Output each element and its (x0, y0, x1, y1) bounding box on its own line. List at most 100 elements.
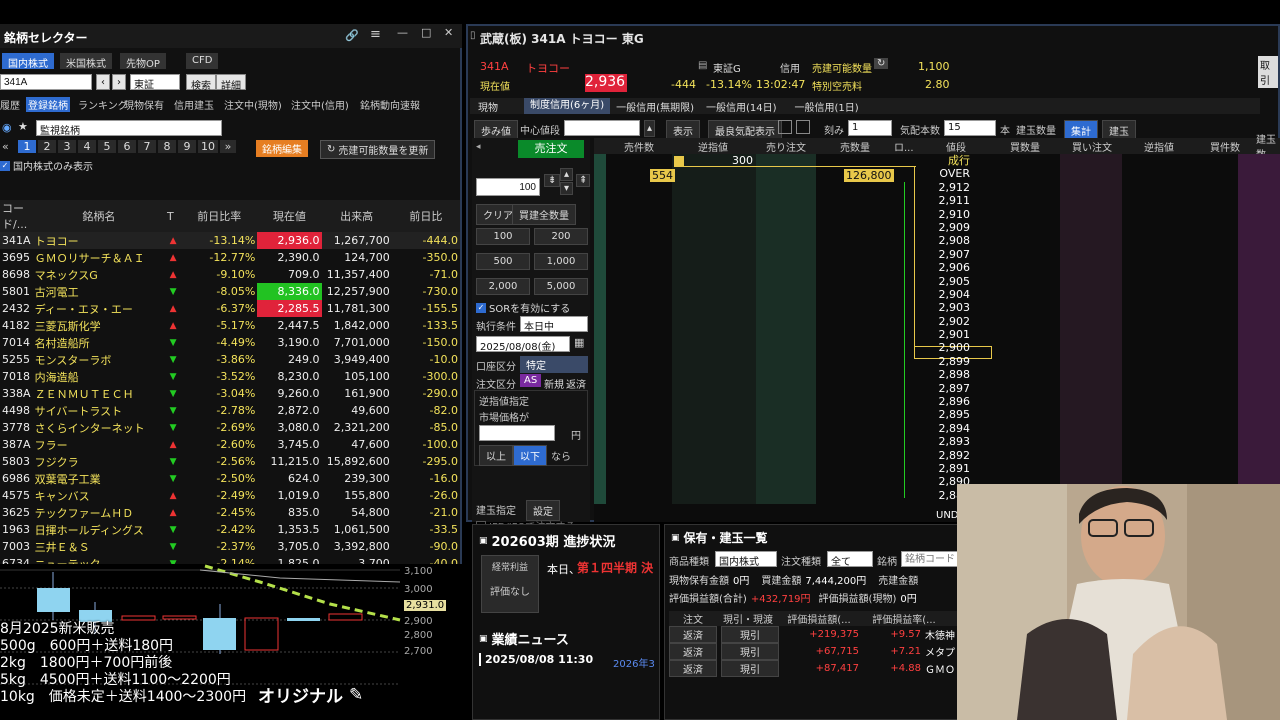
product-select[interactable]: 国内株式 (715, 551, 777, 568)
exec-select[interactable]: 本日中 (520, 316, 588, 333)
symbol-input[interactable] (0, 74, 92, 90)
table-row[interactable]: 387A フラー ▲ -2.60% 3,745.0 47,600 -100.0 (0, 436, 460, 453)
tab-cfd[interactable]: CFD (186, 53, 219, 69)
tab-domestic[interactable]: 国内株式 (2, 53, 54, 70)
page-10[interactable]: 10 (198, 140, 218, 153)
collapse-icon[interactable]: ◂ (476, 142, 481, 152)
price-level[interactable]: 2,907 (924, 248, 971, 261)
price-level[interactable]: 2,894 (924, 422, 971, 435)
stock-code-input[interactable] (901, 551, 959, 567)
sell-order-button[interactable]: 売注文 (518, 140, 584, 158)
minimize-icon[interactable]: — (397, 26, 408, 39)
delivery-button[interactable]: 現引 (721, 660, 779, 677)
below-button[interactable]: 以下 (513, 445, 547, 466)
qty-5000[interactable]: 5,000 (534, 278, 588, 295)
news-text[interactable]: 2026年3 (613, 655, 659, 670)
tab-futures[interactable]: 先物OP (120, 53, 166, 70)
table-row[interactable]: 1963 日揮ホールディングス ▼ -2.42% 1,353.5 1,061,500 -33… (0, 521, 460, 538)
center-price-spinner[interactable]: ▴ (644, 120, 656, 137)
all-qty-button[interactable]: 買建全数量 (512, 204, 576, 225)
subtab-order-cash[interactable]: 注文中(現物) (224, 97, 282, 112)
search-button[interactable]: 検索 (186, 74, 216, 92)
edit-stocks-button[interactable]: 銘柄編集 (256, 140, 308, 157)
price-level[interactable]: 2,902 (924, 315, 971, 328)
qty-input[interactable] (476, 178, 540, 196)
detail-button[interactable]: 詳細 (216, 74, 246, 92)
close-icon[interactable]: ✕ (444, 26, 453, 39)
center-price-input[interactable] (564, 120, 640, 136)
price-level[interactable]: 2,905 (924, 275, 971, 288)
price-level[interactable]: 2,908 (924, 234, 971, 247)
price-level[interactable]: 成行 (924, 154, 970, 167)
delivery-button[interactable]: 現引 (721, 643, 779, 660)
domestic-only-checkbox[interactable]: ✓ 国内株式のみ表示 (0, 158, 93, 173)
subtab-cash-holdings[interactable]: 現物保有 (124, 97, 164, 112)
stop-price-input[interactable] (479, 425, 555, 441)
price-level[interactable]: 2,911 (924, 194, 971, 207)
table-row[interactable]: 5801 古河電工 ▼ -8.05% 8,336.0 12,257,900 -730.0 (0, 283, 460, 300)
tab-us[interactable]: 米国株式 (60, 53, 112, 70)
col-volume[interactable]: 出来高 (321, 200, 392, 232)
subtab-registered[interactable]: 登録銘柄 (26, 97, 70, 112)
table-row[interactable]: 4498 サイバートラスト ▼ -2.78% 2,872.0 49,600 -82.0 (0, 402, 460, 419)
price-level[interactable]: 2,895 (924, 408, 971, 421)
maximize-icon[interactable]: □ (421, 26, 431, 39)
refresh-short-icon[interactable]: ↻ (874, 58, 889, 69)
close-position-button[interactable]: 返済 (669, 626, 717, 643)
tick-select[interactable]: 1 (848, 120, 892, 136)
tab-cash[interactable]: 現物 (470, 99, 524, 114)
qty-max[interactable]: ⇞ (576, 174, 591, 187)
col-change[interactable]: 前日比 (391, 200, 460, 232)
page-8[interactable]: 8 (158, 140, 176, 153)
price-level[interactable]: 2,904 (924, 288, 971, 301)
qty-up[interactable]: ▴ (560, 168, 574, 181)
close-position-button[interactable]: 返済 (669, 660, 717, 677)
table-row[interactable]: 3778 さくらインターネット ▼ -2.69% 3,080.0 2,321,200 -85… (0, 419, 460, 436)
page-5[interactable]: 5 (98, 140, 116, 153)
market-select[interactable]: 東証 (130, 74, 180, 91)
price-level[interactable]: 2,910 (924, 208, 971, 221)
subtab-trends[interactable]: 銘柄動向速報 (360, 97, 420, 112)
close-trade-button[interactable]: 取引 (1258, 56, 1278, 88)
tab-general-unlimited[interactable]: 一般信用(無期限) (610, 99, 700, 114)
close-position-button[interactable]: 返済 (669, 643, 717, 660)
globe-icon[interactable]: ◉ (2, 121, 12, 134)
col-pct[interactable]: 前日比率 (181, 200, 258, 232)
page-9[interactable]: 9 (178, 140, 196, 153)
count-select[interactable]: 15 (944, 120, 996, 136)
menu-icon[interactable]: ≡ (370, 27, 381, 42)
qty-500[interactable]: 500 (476, 253, 530, 270)
table-row[interactable]: 341A トヨコー ▲ -13.14% 2,936.0 1,267,700 -444.0 (0, 232, 460, 249)
table-row[interactable]: 8698 マネックスG ▲ -9.10% 709.0 11,357,400 -71.0 (0, 266, 460, 283)
qty-100[interactable]: 100 (476, 228, 530, 245)
col-trend[interactable]: T (165, 200, 182, 232)
position-row[interactable]: 返済 現引 +87,417 +4.88 ＧＭＯ (669, 660, 959, 677)
table-row[interactable]: 5255 モンスターラボ ▼ -3.86% 249.0 3,949,400 -10.0 (0, 351, 460, 368)
price-level[interactable]: OVER (924, 167, 970, 180)
col-name[interactable]: 銘柄名 (32, 200, 166, 232)
table-row[interactable]: 3695 ＧＭＯリサーチ＆ＡＩ ▲ -12.77% 2,390.0 124,700 -350… (0, 249, 460, 266)
qty-1000[interactable]: 1,000 (534, 253, 588, 270)
page-3[interactable]: 3 (58, 140, 76, 153)
table-row[interactable]: 2432 ディー・エヌ・エー ▲ -6.37% 2,285.5 11,781,300 -15… (0, 300, 460, 317)
order-new-toggle[interactable]: 新規 (544, 376, 564, 391)
layout-icon-1[interactable] (778, 120, 792, 134)
prev-button[interactable]: ‹ (96, 74, 110, 90)
qty-down-2[interactable]: ▾ (560, 182, 574, 195)
tab-general-1[interactable]: 一般信用(1日) (789, 99, 865, 114)
price-level[interactable]: 2,901 (924, 328, 971, 341)
table-row[interactable]: 4182 三菱瓦斯化学 ▲ -5.17% 2,447.5 1,842,000 -133.5 (0, 317, 460, 334)
table-row[interactable]: 338A ＺＥＮＭＵＴＥＣＨ ▼ -3.04% 9,260.0 161,900 -290.0 (0, 385, 460, 402)
position-row[interactable]: 返済 現引 +219,375 +9.57 木徳神 (669, 626, 959, 643)
page-6[interactable]: 6 (118, 140, 136, 153)
link-icon[interactable]: 🔗 (345, 29, 359, 42)
next-button[interactable]: › (112, 74, 126, 90)
subtab-ranking[interactable]: ランキング (78, 97, 128, 112)
subtab-order-credit[interactable]: 注文中(信用) (291, 97, 349, 112)
table-row[interactable]: 7003 三井Ｅ＆Ｓ ▼ -2.37% 3,705.0 3,392,800 -90.0 (0, 538, 460, 555)
price-level[interactable]: 2,893 (924, 435, 971, 448)
page-4[interactable]: 4 (78, 140, 96, 153)
price-level[interactable]: 2,906 (924, 261, 971, 274)
qty-200[interactable]: 200 (534, 228, 588, 245)
table-row[interactable]: 3625 テックファームＨＤ ▲ -2.45% 835.0 54,800 -21.0 (0, 504, 460, 521)
